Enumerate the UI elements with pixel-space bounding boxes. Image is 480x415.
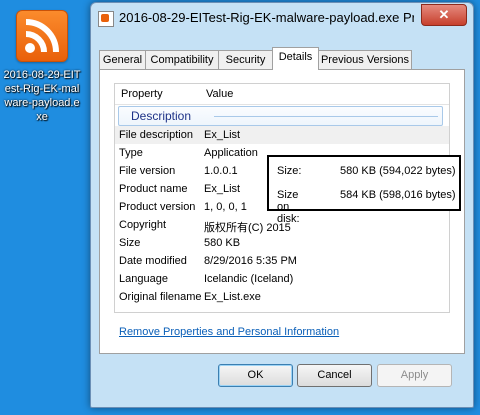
table-row[interactable]: Language Icelandic (Iceland) — [115, 270, 449, 288]
property-value: Icelandic (Iceland) — [204, 273, 294, 285]
cancel-button[interactable]: Cancel — [297, 364, 372, 387]
property-value: Ex_List — [204, 183, 241, 195]
property-name: Original filename — [119, 291, 202, 303]
tab-strip: General Compatibility Security Details P… — [99, 47, 465, 70]
table-row[interactable]: Size 580 KB — [115, 234, 449, 252]
tab-security[interactable]: Security — [218, 50, 273, 69]
remove-properties-link[interactable]: Remove Properties and Personal Informati… — [119, 326, 339, 338]
property-value: 1.0.0.1 — [204, 165, 238, 177]
property-name: Product name — [119, 183, 188, 195]
column-header-value[interactable]: Value — [206, 88, 233, 100]
size-callout: Size: 580 KB (594,022 bytes) Size on dis… — [267, 155, 461, 225]
desktop-file-icon[interactable]: 2016-08-29-EITest-Rig-EK-malware-payload… — [2, 10, 82, 124]
tab-details[interactable]: Details — [272, 47, 319, 70]
size-on-disk-value: 584 KB (598,016 bytes) — [340, 189, 456, 201]
table-row[interactable]: Date modified 8/29/2016 5:35 PM — [115, 252, 449, 270]
close-button[interactable]: ✕ — [421, 4, 467, 26]
property-value: Ex_List.exe — [204, 291, 261, 303]
size-label: Size: — [277, 165, 302, 177]
size-value: 580 KB (594,022 bytes) — [340, 165, 456, 177]
property-name: Language — [119, 273, 168, 285]
table-row[interactable]: Original filename Ex_List.exe — [115, 288, 449, 306]
property-name: Type — [119, 147, 143, 159]
app-file-icon — [98, 11, 114, 27]
rss-file-icon — [16, 10, 68, 62]
property-value: 580 KB — [204, 237, 241, 249]
property-name: Copyright — [119, 219, 167, 231]
property-name: Date modified — [119, 255, 187, 267]
property-name: Product version — [119, 201, 196, 213]
desktop-file-label: 2016-08-29-EITest-Rig-EK-malware-payload… — [3, 69, 81, 123]
property-value: Application — [204, 147, 258, 159]
size-on-disk-label: Size on disk: — [277, 189, 300, 225]
table-row[interactable]: File description Ex_List — [115, 126, 449, 144]
title-bar[interactable]: 2016-08-29-EITest-Rig-EK-malware-payload… — [91, 3, 473, 33]
group-label: Description — [131, 109, 192, 123]
apply-button[interactable]: Apply — [377, 364, 452, 387]
ok-button[interactable]: OK — [218, 364, 293, 387]
window-title: 2016-08-29-EITest-Rig-EK-malware-payload… — [119, 10, 414, 25]
property-name: File version — [119, 165, 176, 177]
list-header: Property Value — [115, 84, 449, 105]
property-value: 8/29/2016 5:35 PM — [204, 255, 297, 267]
property-name: File description — [119, 129, 193, 141]
tab-general[interactable]: General — [99, 50, 146, 69]
property-value: 1, 0, 0, 1 — [204, 201, 247, 213]
property-value: Ex_List — [204, 129, 241, 141]
group-header-description: Description — [118, 106, 443, 126]
tab-compatibility[interactable]: Compatibility — [145, 50, 219, 69]
property-name: Size — [119, 237, 141, 249]
tab-previous-versions[interactable]: Previous Versions — [318, 50, 412, 69]
column-header-property[interactable]: Property — [121, 88, 163, 100]
